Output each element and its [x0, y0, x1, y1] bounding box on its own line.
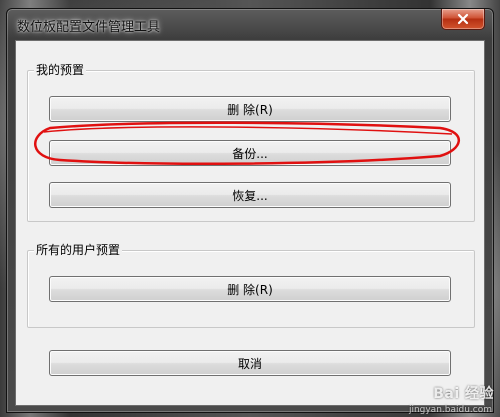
restore-button[interactable]: 恢复... — [49, 182, 451, 208]
my-presets-label: 我的预置 — [34, 63, 87, 77]
backup-button[interactable]: 备份... — [49, 140, 451, 166]
cancel-button[interactable]: 取消 — [49, 350, 451, 376]
close-icon — [457, 13, 469, 25]
all-users-delete-button[interactable]: 删 除(R) — [49, 276, 451, 302]
watermark-url: jingyan.baidu.com — [408, 405, 492, 415]
dialog-window: 数位板配置文件管理工具 我的预置 删 除(R) 备份... 恢复... 所有的用… — [6, 8, 494, 413]
dialog-content: 我的预置 删 除(R) 备份... 恢复... 所有的用户预置 删 除(R) 取… — [15, 40, 485, 406]
close-button[interactable] — [441, 9, 485, 30]
all-users-presets-group: 所有的用户预置 删 除(R) — [27, 243, 475, 328]
my-presets-group: 我的预置 删 除(R) 备份... 恢复... — [27, 63, 475, 222]
window-title: 数位板配置文件管理工具 — [17, 20, 161, 35]
all-users-presets-label: 所有的用户预置 — [34, 243, 123, 257]
watermark: Bai 经验 — [433, 386, 494, 402]
my-presets-delete-button[interactable]: 删 除(R) — [49, 96, 451, 122]
